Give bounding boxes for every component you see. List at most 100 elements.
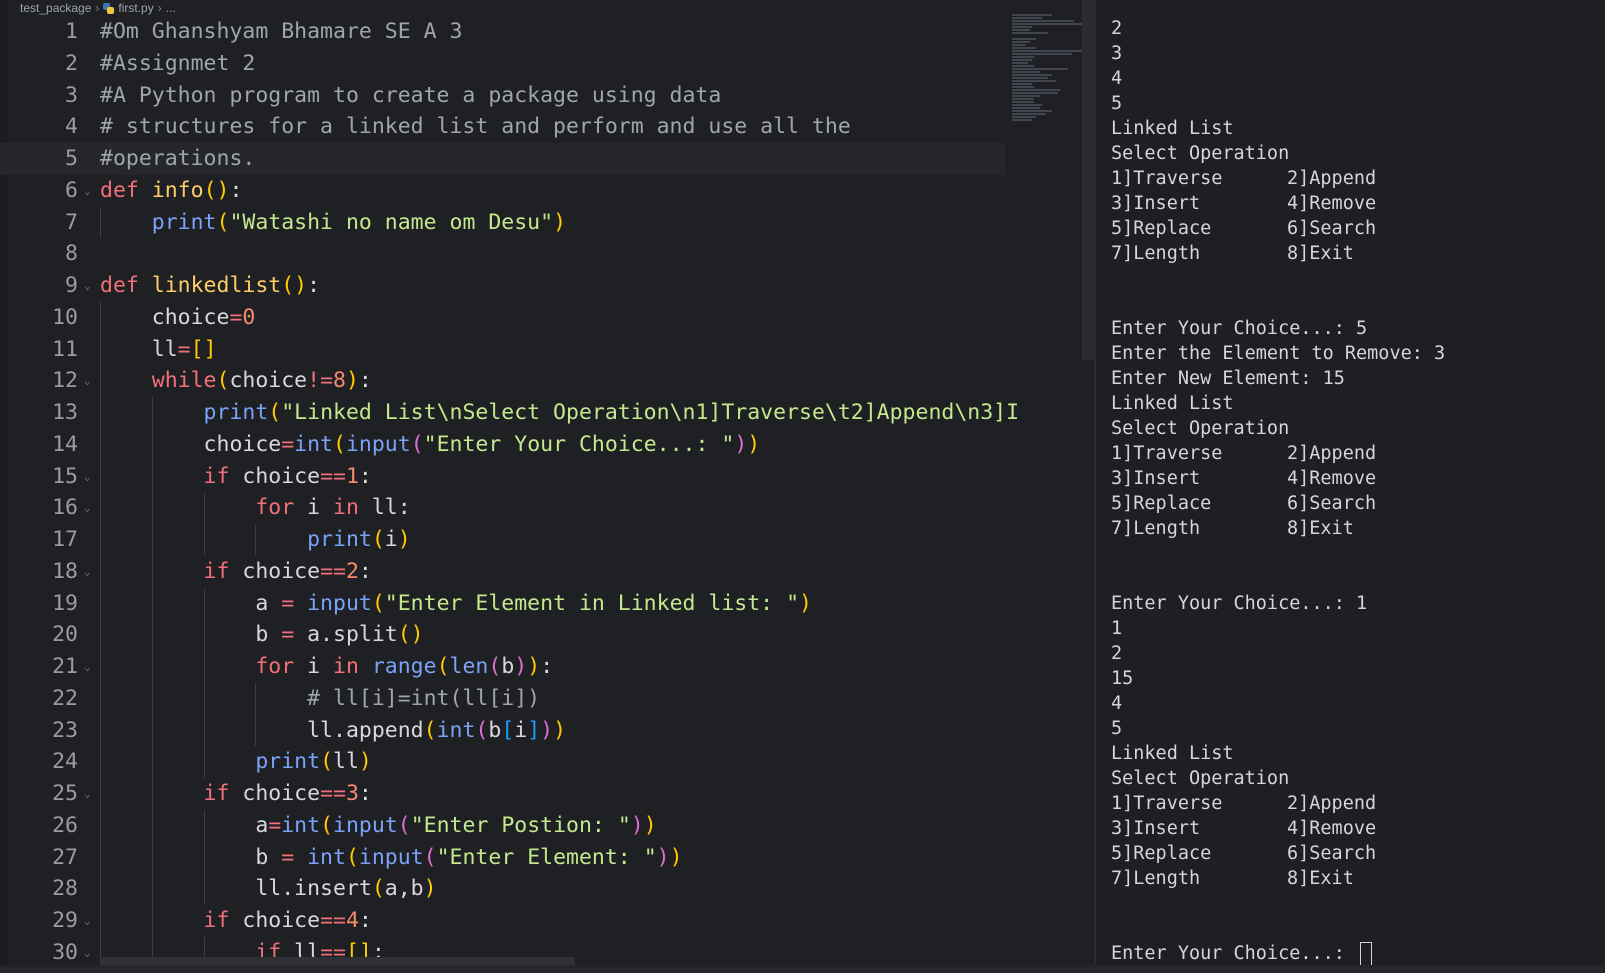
minimap-line [1012, 41, 1030, 43]
code-line[interactable]: 28 ll.insert(a,b) [0, 873, 1005, 905]
code-token: info [151, 177, 204, 203]
code-line[interactable]: 12 ⌄ while(choice!=8): [0, 365, 1005, 397]
fold-chevron-icon[interactable]: ⌄ [84, 175, 91, 207]
code-token: ) [423, 876, 437, 902]
fold-chevron-icon[interactable]: ⌄ [84, 270, 91, 302]
code-text: b = a.split() [100, 619, 423, 651]
code-line[interactable]: 29 ⌄ if choice==4: [0, 905, 1005, 937]
code-token: 8 [333, 368, 346, 394]
code-text: print(i) [100, 524, 411, 556]
code-line[interactable]: 19 a = input("Enter Element in Linked li… [0, 587, 1005, 620]
fold-chevron-icon[interactable]: ⌄ [84, 778, 91, 810]
code-line[interactable]: 15 ⌄ if choice==1: [0, 460, 1005, 493]
code-token: ( [371, 590, 385, 616]
code-line[interactable]: 23 ll.append(int(b[i])) [0, 714, 1005, 747]
terminal-line: 3]Insert 4]Remove [1111, 816, 1445, 841]
code-line[interactable]: 18 ⌄ if choice==2: [0, 555, 1005, 588]
code-text: ll.insert(a,b) [100, 873, 437, 905]
code-token: : [229, 177, 243, 203]
breadcrumb-more[interactable]: ... [166, 1, 176, 15]
code-line[interactable]: 27 b = int(input("Enter Element: ")) [0, 841, 1005, 874]
code-token: choice [242, 558, 321, 584]
vertical-scrollbar[interactable] [1082, 0, 1094, 360]
code-text: print("Linked List\nSelect Operation\n1]… [100, 397, 1020, 429]
code-token: = [281, 844, 308, 870]
code-token: input [358, 844, 424, 870]
code-token: "Enter Postion: " [410, 812, 631, 838]
code-line[interactable]: 9 ⌄ def linkedlist(): [0, 270, 1005, 302]
line-number: 1 [65, 19, 78, 44]
line-number: 20 [52, 622, 78, 648]
line-number: 30 [52, 939, 78, 965]
minimap-line [1012, 104, 1042, 106]
code-line[interactable]: 8 [0, 238, 1005, 270]
code-lines[interactable]: 1 #Om Ghanshyam Bhamare SE A 3 2 #Assignmet… [0, 16, 1019, 969]
terminal-menu-option: 6]Search [1287, 843, 1377, 864]
code-line[interactable]: 20 b = a.split() [0, 619, 1005, 651]
terminal-menu-option: 4]Remove [1287, 818, 1377, 839]
code-token: = [281, 431, 295, 457]
terminal-line: 3 [1111, 41, 1445, 66]
code-line[interactable]: 5 #operations. [0, 143, 1005, 175]
fold-chevron-icon[interactable]: ⌄ [84, 461, 91, 493]
code-token: ) [358, 749, 372, 775]
code-line[interactable]: 26 a=int(input("Enter Postion: ")) [0, 809, 1005, 842]
breadcrumb-file[interactable]: first.py [118, 1, 153, 15]
code-line[interactable]: 3 #A Python program to create a package u… [0, 80, 1005, 112]
code-token: i [307, 495, 333, 521]
code-token: b [488, 717, 502, 743]
terminal-text: 15 [1111, 668, 1134, 689]
code-line[interactable]: 17 print(i) [0, 524, 1005, 556]
code-editor[interactable]: test_package › first.py › ... 1 #Om Ghans… [0, 0, 1094, 973]
line-number: 25 [52, 781, 78, 806]
fold-chevron-icon[interactable]: ⌄ [84, 492, 91, 524]
code-text: ll.append(int(b[i])) [100, 715, 566, 747]
breadcrumb-folder[interactable]: test_package [20, 1, 91, 15]
code-token: ) [553, 209, 567, 235]
code-line[interactable]: 21 ⌄ for i in range(len(b)): [0, 651, 1005, 683]
code-token: ( [488, 654, 502, 679]
code-text: if choice==2: [100, 556, 372, 588]
code-line[interactable]: 25 ⌄ if choice==3: [0, 778, 1005, 810]
code-text: b = int(input("Enter Element: ")) [100, 842, 682, 874]
terminal-text: Enter Your Choice...: 5 [1111, 318, 1368, 339]
code-line[interactable]: 10 choice=0 [0, 301, 1005, 334]
code-token: : [358, 368, 372, 394]
terminal-line: Enter Your Choice...: 1 [1111, 591, 1445, 616]
terminal-line: 2 [1111, 641, 1445, 666]
minimap-line [1012, 74, 1052, 76]
fold-chevron-icon[interactable]: ⌄ [84, 556, 91, 588]
code-line[interactable]: 1 #Om Ghanshyam Bhamare SE A 3 [0, 16, 1005, 48]
code-token: print [100, 527, 372, 552]
code-token: ) [630, 812, 644, 838]
breadcrumb-separator-icon: › [95, 1, 100, 15]
horizontal-scrollbar[interactable] [100, 957, 575, 965]
code-line[interactable]: 13 print("Linked List\nSelect Operation\… [0, 397, 1019, 429]
fold-chevron-icon[interactable]: ⌄ [84, 905, 91, 937]
code-token: 0 [242, 304, 256, 330]
code-line[interactable]: 2 #Assignmet 2 [0, 48, 1005, 80]
code-text: def linkedlist(): [100, 270, 320, 302]
code-token: print [100, 209, 217, 235]
code-line[interactable]: 16 ⌄ for i in ll: [0, 492, 1005, 524]
fold-chevron-icon[interactable]: ⌄ [84, 365, 91, 397]
code-line[interactable]: 11 ll=[] [0, 333, 1005, 366]
code-line[interactable]: 6 ⌄ def info(): [0, 175, 1005, 207]
code-line[interactable]: 4 # structures for a linked list and perf… [0, 111, 1005, 143]
terminal-cursor[interactable] [1360, 942, 1373, 966]
terminal-line: Enter Your Choice...: [1111, 941, 1445, 966]
code-token: ll: [371, 495, 411, 521]
code-line[interactable]: 22 # ll[i]=int(ll[i]) [0, 682, 1005, 715]
terminal-text: 1 [1111, 618, 1123, 639]
terminal-line: 4 [1111, 66, 1445, 91]
code-line[interactable]: 7 print("Watashi no name om Desu") [0, 206, 1005, 239]
fold-chevron-icon[interactable]: ⌄ [84, 937, 91, 969]
fold-chevron-icon[interactable]: ⌄ [84, 651, 91, 683]
code-token: ) [799, 590, 812, 616]
code-token: ) [397, 527, 411, 552]
terminal-panel[interactable]: 2 3 4 5 Linked List Select Operation 1]Travers… [1096, 0, 1605, 973]
code-token: #operations. [100, 146, 256, 171]
code-line[interactable]: 24 print(ll) [0, 746, 1005, 778]
code-token: () [203, 177, 230, 203]
code-line[interactable]: 14 choice=int(input("Enter Your Choice..… [0, 428, 1005, 461]
